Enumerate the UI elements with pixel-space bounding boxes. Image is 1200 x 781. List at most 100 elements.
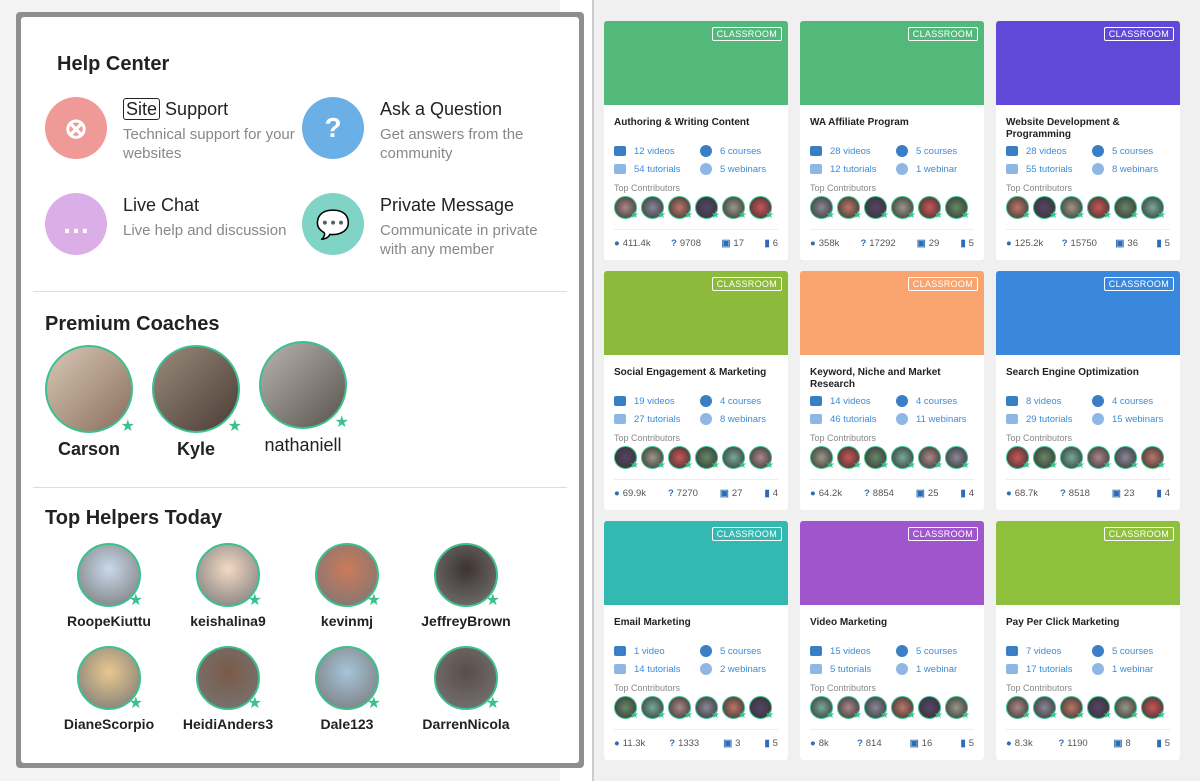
count-label[interactable]: 46 tutorials [830, 414, 876, 425]
card-header[interactable]: CLASSROOM [604, 21, 788, 105]
avatar[interactable]: ★ [45, 345, 135, 435]
count-label[interactable]: 5 courses [1112, 646, 1153, 657]
count-webinars[interactable]: 5 webinars [700, 163, 780, 175]
contributor-avatar[interactable]: ★ [1114, 196, 1139, 221]
count-label[interactable]: 1 video [634, 646, 665, 657]
count-tutorials[interactable]: 27 tutorials [614, 413, 700, 425]
help-option-lifebuoy[interactable]: ⊗ Site Support Technical support for your … [45, 97, 305, 163]
contributor-avatar[interactable]: ★ [641, 696, 666, 721]
card-title[interactable]: Search Engine Optimization [996, 355, 1180, 395]
avatar[interactable]: ★ [434, 646, 500, 712]
card-title[interactable]: Video Marketing [800, 605, 984, 645]
count-label[interactable]: 4 courses [720, 396, 761, 407]
helper-name[interactable]: keishalina9 [168, 613, 288, 629]
count-tutorials[interactable]: 29 tutorials [1006, 413, 1092, 425]
classroom-card[interactable]: CLASSROOM WA Affiliate Program 28 videos 5 … [800, 21, 984, 260]
count-tutorials[interactable]: 54 tutorials [614, 163, 700, 175]
count-courses[interactable]: 5 courses [1092, 145, 1172, 157]
helper-item[interactable]: ★ Dale123 [287, 646, 407, 732]
classroom-card[interactable]: CLASSROOM Video Marketing 15 videos 5 cours… [800, 521, 984, 760]
count-videos[interactable]: 19 videos [614, 395, 700, 407]
contributor-avatar[interactable]: ★ [945, 196, 970, 221]
contributor-avatar[interactable]: ★ [918, 196, 943, 221]
count-label[interactable]: 14 videos [830, 396, 871, 407]
count-label[interactable]: 4 courses [1112, 396, 1153, 407]
count-label[interactable]: 8 videos [1026, 396, 1061, 407]
contributor-avatar[interactable]: ★ [1141, 696, 1166, 721]
count-label[interactable]: 15 videos [830, 646, 871, 657]
contributor-avatar[interactable]: ★ [1141, 446, 1166, 471]
count-label[interactable]: 5 courses [720, 646, 761, 657]
contributor-avatar[interactable]: ★ [668, 196, 693, 221]
classroom-card[interactable]: CLASSROOM Email Marketing 1 video 5 courses… [604, 521, 788, 760]
classroom-card[interactable]: CLASSROOM Social Engagement & Marketing 19… [604, 271, 788, 510]
contributor-avatar[interactable]: ★ [668, 696, 693, 721]
classroom-card[interactable]: CLASSROOM Pay Per Click Marketing 7 videos… [996, 521, 1180, 760]
contributor-avatar[interactable]: ★ [1006, 446, 1031, 471]
count-tutorials[interactable]: 14 tutorials [614, 663, 700, 675]
contributor-avatar[interactable]: ★ [810, 446, 835, 471]
count-label[interactable]: 7 videos [1026, 646, 1061, 657]
count-videos[interactable]: 12 videos [614, 145, 700, 157]
card-header[interactable]: CLASSROOM [996, 271, 1180, 355]
coach-name[interactable]: nathaniell [257, 435, 349, 456]
contributor-avatar[interactable]: ★ [722, 696, 747, 721]
count-label[interactable]: 5 tutorials [830, 664, 871, 675]
count-label[interactable]: 5 courses [1112, 146, 1153, 157]
contributor-avatar[interactable]: ★ [1087, 196, 1112, 221]
coach-item[interactable]: ★ Carson [43, 345, 135, 460]
helper-name[interactable]: HeidiAnders3 [168, 716, 288, 732]
avatar[interactable]: ★ [315, 646, 381, 712]
count-label[interactable]: 1 webinar [916, 664, 957, 675]
classroom-card[interactable]: CLASSROOM Keyword, Niche and Market Resea… [800, 271, 984, 510]
contributor-avatar[interactable]: ★ [614, 696, 639, 721]
contributor-avatar[interactable]: ★ [810, 196, 835, 221]
count-label[interactable]: 2 webinars [720, 664, 766, 675]
contributor-avatar[interactable]: ★ [945, 696, 970, 721]
count-videos[interactable]: 28 videos [1006, 145, 1092, 157]
helper-name[interactable]: DarrenNicola [406, 716, 526, 732]
count-label[interactable]: 12 tutorials [830, 164, 876, 175]
helper-name[interactable]: DianeScorpio [49, 716, 169, 732]
count-courses[interactable]: 4 courses [896, 395, 976, 407]
count-label[interactable]: 14 tutorials [634, 664, 680, 675]
contributor-avatar[interactable]: ★ [1114, 446, 1139, 471]
contributor-avatar[interactable]: ★ [810, 696, 835, 721]
card-header[interactable]: CLASSROOM [800, 21, 984, 105]
contributor-avatar[interactable]: ★ [891, 196, 916, 221]
contributor-avatar[interactable]: ★ [1060, 196, 1085, 221]
card-header[interactable]: CLASSROOM [996, 21, 1180, 105]
help-option-chat-bubble[interactable]: … Live Chat Live help and discussion [45, 193, 305, 255]
help-option-messages[interactable]: 💬 Private Message Communicate in private w… [302, 193, 562, 259]
helper-name[interactable]: kevinmj [287, 613, 407, 629]
contributor-avatar[interactable]: ★ [614, 446, 639, 471]
coach-name[interactable]: Kyle [150, 439, 242, 460]
count-videos[interactable]: 1 video [614, 645, 700, 657]
count-courses[interactable]: 5 courses [700, 645, 780, 657]
count-webinars[interactable]: 1 webinar [896, 163, 976, 175]
contributor-avatar[interactable]: ★ [864, 696, 889, 721]
contributor-avatar[interactable]: ★ [1006, 696, 1031, 721]
count-label[interactable]: 5 courses [916, 146, 957, 157]
contributor-avatar[interactable]: ★ [864, 196, 889, 221]
count-tutorials[interactable]: 5 tutorials [810, 663, 896, 675]
contributor-avatar[interactable]: ★ [945, 446, 970, 471]
count-tutorials[interactable]: 17 tutorials [1006, 663, 1092, 675]
count-label[interactable]: 19 videos [634, 396, 675, 407]
count-videos[interactable]: 14 videos [810, 395, 896, 407]
count-videos[interactable]: 28 videos [810, 145, 896, 157]
helper-item[interactable]: ★ DarrenNicola [406, 646, 526, 732]
count-label[interactable]: 17 tutorials [1026, 664, 1072, 675]
avatar[interactable]: ★ [196, 646, 262, 712]
count-label[interactable]: 28 videos [1026, 146, 1067, 157]
avatar[interactable]: ★ [434, 543, 500, 609]
contributor-avatar[interactable]: ★ [1033, 196, 1058, 221]
count-tutorials[interactable]: 12 tutorials [810, 163, 896, 175]
contributor-avatar[interactable]: ★ [1087, 446, 1112, 471]
contributor-avatar[interactable]: ★ [749, 196, 774, 221]
contributor-avatar[interactable]: ★ [1033, 446, 1058, 471]
contributor-avatar[interactable]: ★ [695, 696, 720, 721]
avatar[interactable]: ★ [196, 543, 262, 609]
helper-item[interactable]: ★ keishalina9 [168, 543, 288, 629]
count-label[interactable]: 27 tutorials [634, 414, 680, 425]
